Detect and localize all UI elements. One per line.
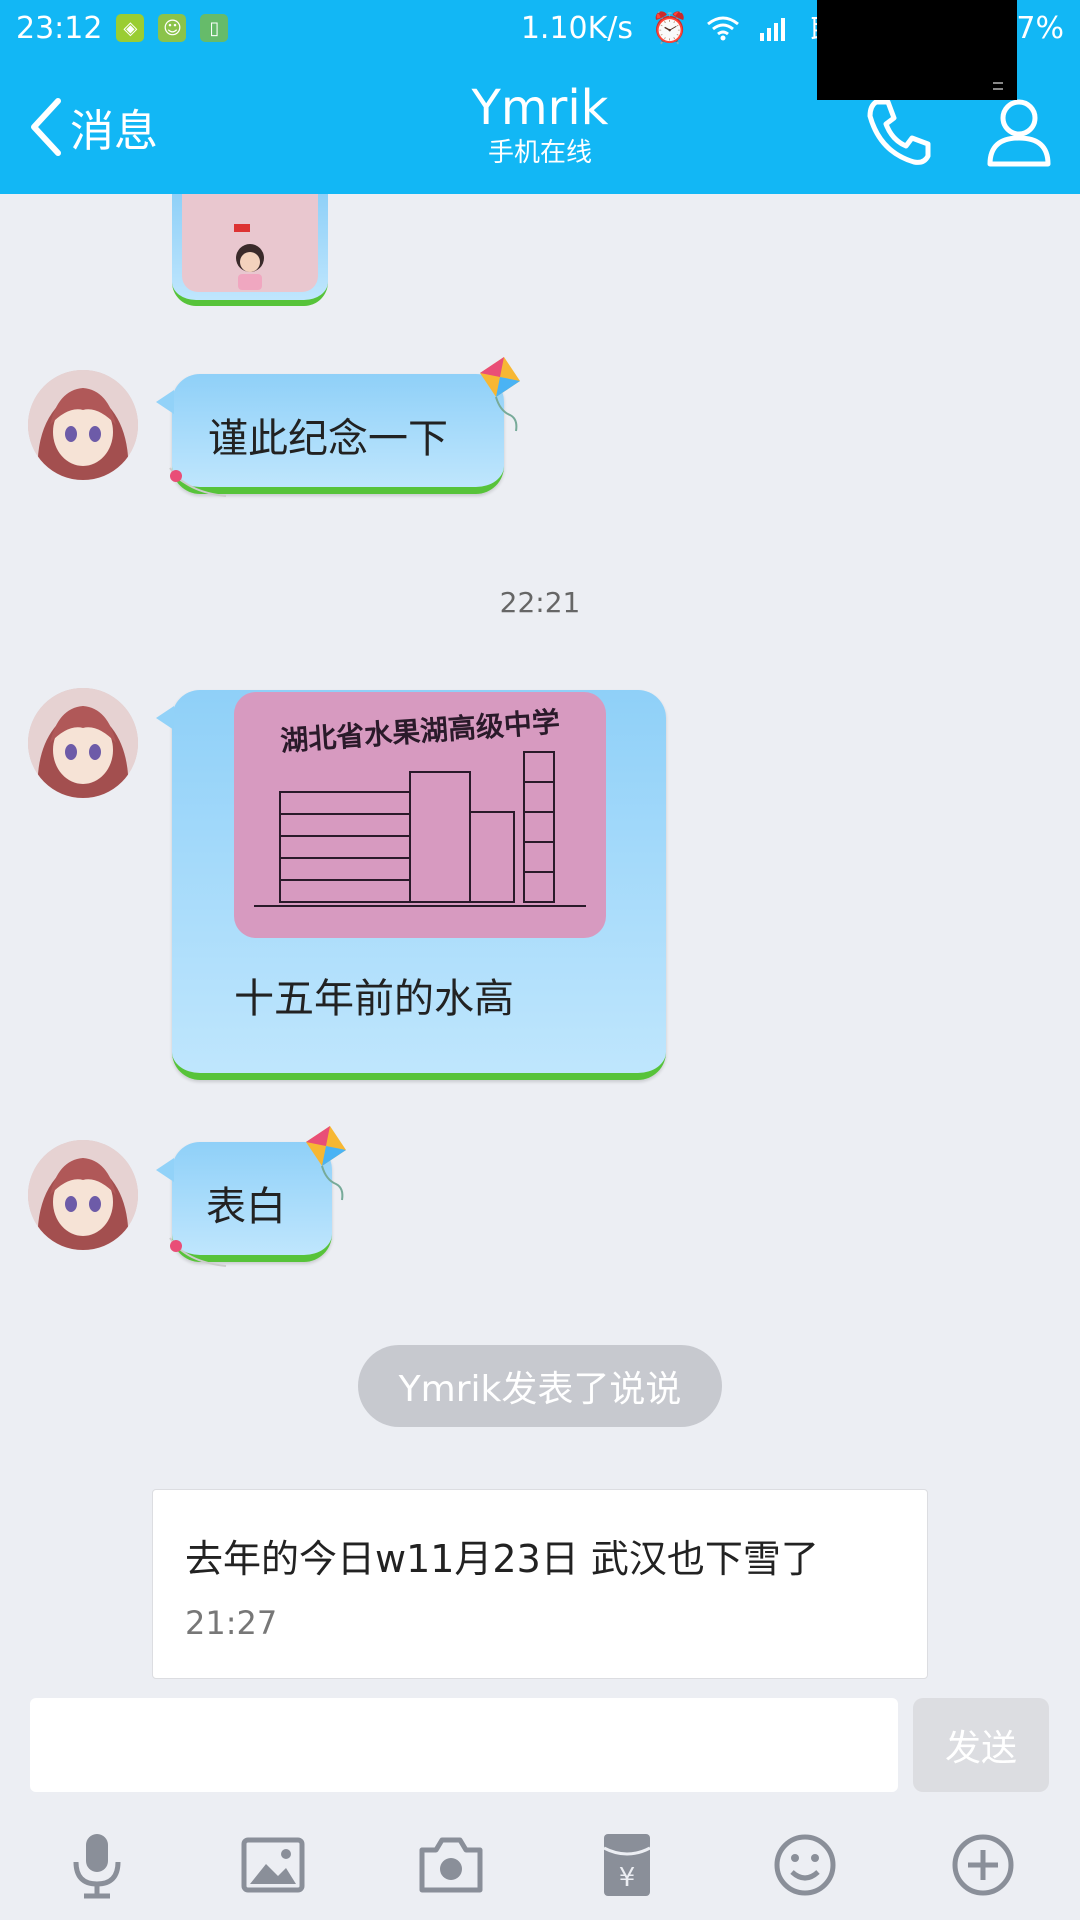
camera-icon bbox=[419, 1837, 483, 1893]
contact-name: Ymrik bbox=[471, 80, 609, 136]
plus-icon bbox=[952, 1834, 1014, 1896]
wifi-icon bbox=[707, 16, 740, 41]
avatar[interactable] bbox=[28, 688, 138, 798]
profile-button[interactable] bbox=[984, 94, 1054, 168]
signal-icon bbox=[760, 18, 786, 41]
red-packet-button[interactable]: ¥ bbox=[592, 1830, 662, 1900]
send-button[interactable]: 发送 bbox=[913, 1698, 1049, 1792]
message-text: 十五年前的水高 bbox=[234, 976, 514, 1022]
feed-card-text: 去年的今日w11月23日 武汉也下雪了 bbox=[185, 1537, 819, 1581]
image-message-partial[interactable] bbox=[172, 194, 328, 306]
emoji-button[interactable] bbox=[770, 1830, 840, 1900]
message-input[interactable] bbox=[30, 1698, 898, 1792]
camera-button[interactable] bbox=[416, 1830, 486, 1900]
message-text: 表白 bbox=[206, 1184, 286, 1230]
image-message-bubble[interactable]: 湖北省水果湖高级中学 十五年前的水高 bbox=[156, 690, 666, 1080]
bubble-decoration-icon bbox=[169, 467, 227, 497]
red-packet-icon: ¥ bbox=[603, 1834, 651, 1896]
robot-app-icon: ☺ bbox=[158, 14, 187, 42]
sticker-image bbox=[182, 194, 318, 292]
anime-girl-avatar-image bbox=[28, 688, 138, 798]
bubble-decoration-icon bbox=[169, 1237, 227, 1267]
image-icon bbox=[241, 1837, 305, 1893]
kite-icon bbox=[480, 357, 520, 432]
avatar[interactable] bbox=[28, 370, 138, 480]
feed-card-time: 21:27 bbox=[185, 1604, 278, 1642]
chat-title[interactable]: Ymrik 手机在线 bbox=[340, 80, 740, 170]
emoji-icon bbox=[774, 1834, 836, 1896]
feed-card[interactable]: 去年的今日w11月23日 武汉也下雪了 21:27 bbox=[152, 1489, 928, 1679]
phone-icon bbox=[867, 99, 931, 165]
status-time: 23:12 bbox=[16, 10, 103, 46]
more-button[interactable] bbox=[948, 1830, 1018, 1900]
alarm-icon: ⏰ bbox=[651, 10, 689, 46]
anime-girl-avatar-image bbox=[28, 1140, 138, 1250]
time-divider: 22:21 bbox=[499, 586, 581, 619]
input-toolbar: ¥ bbox=[0, 1810, 1080, 1920]
gallery-button[interactable] bbox=[238, 1830, 308, 1900]
voice-button[interactable] bbox=[62, 1830, 132, 1900]
avatar[interactable] bbox=[28, 1140, 138, 1250]
svg-text:¥: ¥ bbox=[619, 1863, 636, 1893]
security-app-icon: ◈ bbox=[116, 14, 145, 42]
back-chevron-icon bbox=[28, 97, 62, 157]
phone-app-icon: ▯ bbox=[200, 14, 229, 42]
contact-status: 手机在线 bbox=[487, 138, 592, 168]
school-postcard-image[interactable]: 湖北省水果湖高级中学 bbox=[234, 692, 606, 938]
kite-icon bbox=[306, 1126, 346, 1201]
battery-label: 7% bbox=[1016, 10, 1064, 46]
system-notice[interactable]: Ymrik发表了说说 bbox=[358, 1345, 722, 1427]
back-button[interactable]: 消息 bbox=[28, 92, 158, 162]
message-text: 谨此纪念一下 bbox=[208, 416, 448, 462]
voice-call-button[interactable] bbox=[862, 94, 936, 168]
profile-icon bbox=[987, 99, 1051, 167]
anime-girl-avatar-image bbox=[28, 370, 138, 480]
back-label: 消息 bbox=[70, 106, 158, 157]
redaction-box bbox=[817, 0, 1017, 100]
net-speed: 1.10K/s bbox=[520, 10, 634, 46]
microphone-icon bbox=[73, 1834, 121, 1899]
